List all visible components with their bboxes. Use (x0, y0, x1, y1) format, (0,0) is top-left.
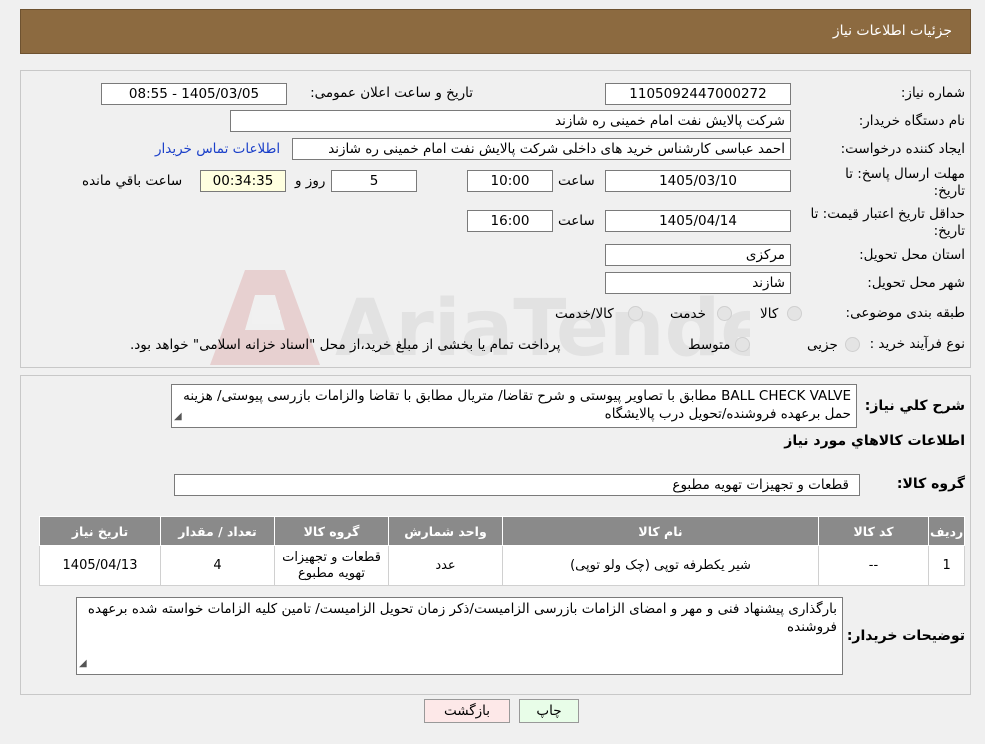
creator-label: ایجاد کننده درخواست: (840, 141, 965, 157)
category-goods-radio[interactable] (787, 306, 802, 321)
category-goods-label: کالا (760, 306, 779, 322)
province-label: استان محل تحویل: (859, 247, 965, 263)
buyer-notes-label: توضیحات خریدار: (846, 628, 965, 644)
category-goods-service-label: کالا/خدمت (555, 306, 614, 322)
process-medium-label: متوسط (688, 337, 731, 353)
back-button[interactable]: بازگشت (424, 699, 510, 723)
items-table-wrap: ردیف کد کالا نام کالا واحد شمارش گروه کا… (39, 516, 966, 586)
category-goods-service-radio[interactable] (628, 306, 643, 321)
need-number-field[interactable]: 1105092447000272 (605, 83, 791, 105)
col-header-name: نام کالا (502, 516, 819, 546)
items-table: ردیف کد کالا نام کالا واحد شمارش گروه کا… (39, 516, 966, 586)
creator-field[interactable]: احمد عباسی کارشناس خرید های داخلی شرکت پ… (292, 138, 791, 160)
price-validity-time-label: ساعت (558, 213, 595, 229)
col-header-group: گروه کالا (274, 516, 389, 546)
price-validity-label: حداقل تاریخ اعتبار قیمت: تا تاریخ: (810, 206, 965, 239)
summary-label: شرح کلي نياز: (864, 398, 965, 414)
announce-label: تاریخ و ساعت اعلان عمومی: (310, 85, 473, 101)
buyer-org-field[interactable]: شرکت پالایش نفت امام خمینی ره شازند (230, 110, 791, 132)
cell-quantity: 4 (160, 545, 275, 586)
category-service-radio[interactable] (717, 306, 732, 321)
city-label: شهر محل تحویل: (867, 275, 965, 291)
cell-group: قطعات و تجهیزات تهویه مطبوع (274, 545, 389, 586)
need-number-label: شماره نیاز: (900, 85, 965, 101)
remaining-time-field[interactable]: 00:34:35 (200, 170, 286, 192)
category-label: طبقه بندی موضوعی: (845, 305, 965, 321)
buyer-org-label: نام دستگاه خریدار: (858, 113, 965, 129)
remaining-label: ساعت باقي مانده (82, 173, 183, 189)
col-header-code: کد کالا (818, 516, 929, 546)
page-header: جزئیات اطلاعات نیاز (20, 9, 971, 54)
cell-name: شیر یکطرفه توپی (چک ولو توپی) (502, 545, 819, 586)
deadline-date-field[interactable]: 1405/03/10 (605, 170, 791, 192)
table-header-row: ردیف کد کالا نام کالا واحد شمارش گروه کا… (39, 516, 966, 546)
city-field[interactable]: شازند (605, 272, 791, 294)
price-validity-time-field[interactable]: 16:00 (467, 210, 553, 232)
buyer-notes-text: بارگذاری پیشنهاد فنی و مهر و امضای الزام… (87, 601, 837, 635)
resize-handle-icon[interactable]: ◢ (174, 408, 182, 426)
days-field[interactable]: 5 (331, 170, 417, 192)
process-medium-radio[interactable] (735, 337, 750, 352)
resize-handle-icon[interactable]: ◢ (79, 655, 87, 673)
table-row[interactable]: 1 -- شیر یکطرفه توپی (چک ولو توپی) عدد ق… (39, 545, 966, 586)
days-label: روز و (295, 173, 326, 189)
category-service-label: خدمت (670, 306, 706, 322)
goods-info-title: اطلاعات کالاهاي مورد نياز (784, 433, 965, 449)
cell-need-date: 1405/04/13 (39, 545, 161, 586)
process-label: نوع فرآیند خرید : (869, 336, 965, 352)
cell-code: -- (818, 545, 929, 586)
process-minor-label: جزیی (807, 337, 838, 353)
buyer-notes-textarea[interactable]: بارگذاری پیشنهاد فنی و مهر و امضای الزام… (76, 597, 843, 675)
deadline-time-label: ساعت (558, 173, 595, 189)
col-header-need-date: تاریخ نیاز (39, 516, 161, 546)
process-minor-radio[interactable] (845, 337, 860, 352)
province-field[interactable]: مرکزی (605, 244, 791, 266)
summary-text: BALL CHECK VALVE مطابق با تصاویر پیوستی … (183, 388, 851, 422)
col-header-row-number: ردیف (927, 516, 966, 546)
goods-group-field[interactable]: قطعات و تجهیزات تهویه مطبوع (174, 474, 860, 496)
summary-textarea[interactable]: BALL CHECK VALVE مطابق با تصاویر پیوستی … (171, 384, 857, 428)
page-title: جزئیات اطلاعات نیاز (832, 23, 952, 39)
cell-row-number: 1 (927, 545, 966, 586)
print-button[interactable]: چاپ (519, 699, 579, 723)
col-header-quantity: تعداد / مقدار (160, 516, 275, 546)
goods-group-label: گروه کالا: (896, 476, 965, 492)
process-note: پرداخت تمام یا بخشی از مبلغ خرید،از محل … (130, 337, 561, 353)
price-validity-date-field[interactable]: 1405/04/14 (605, 210, 791, 232)
deadline-label: مهلت ارسال پاسخ: تا تاریخ: (845, 166, 965, 199)
cell-unit: عدد (388, 545, 503, 586)
announce-field[interactable]: 1405/03/05 - 08:55 (101, 83, 287, 105)
deadline-time-field[interactable]: 10:00 (467, 170, 553, 192)
buyer-contact-link[interactable]: اطلاعات تماس خریدار (155, 141, 280, 157)
col-header-unit: واحد شمارش (388, 516, 503, 546)
